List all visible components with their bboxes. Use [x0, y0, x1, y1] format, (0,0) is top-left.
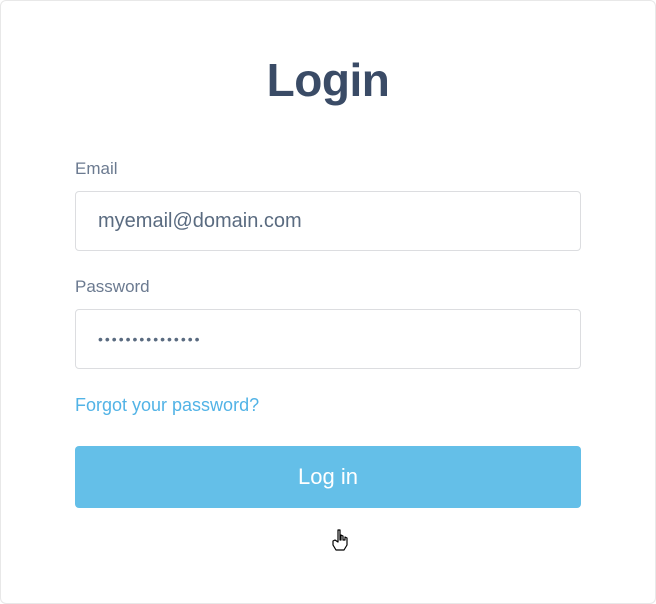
login-title: Login [75, 53, 581, 107]
password-field-group: Password [75, 277, 581, 369]
email-label: Email [75, 159, 581, 179]
login-button[interactable]: Log in [75, 446, 581, 508]
email-field-group: Email [75, 159, 581, 251]
login-form: Login Email Password Forgot your passwor… [1, 1, 655, 568]
forgot-password-link[interactable]: Forgot your password? [75, 395, 259, 416]
email-input[interactable] [75, 191, 581, 251]
password-input[interactable] [75, 309, 581, 369]
password-label: Password [75, 277, 581, 297]
